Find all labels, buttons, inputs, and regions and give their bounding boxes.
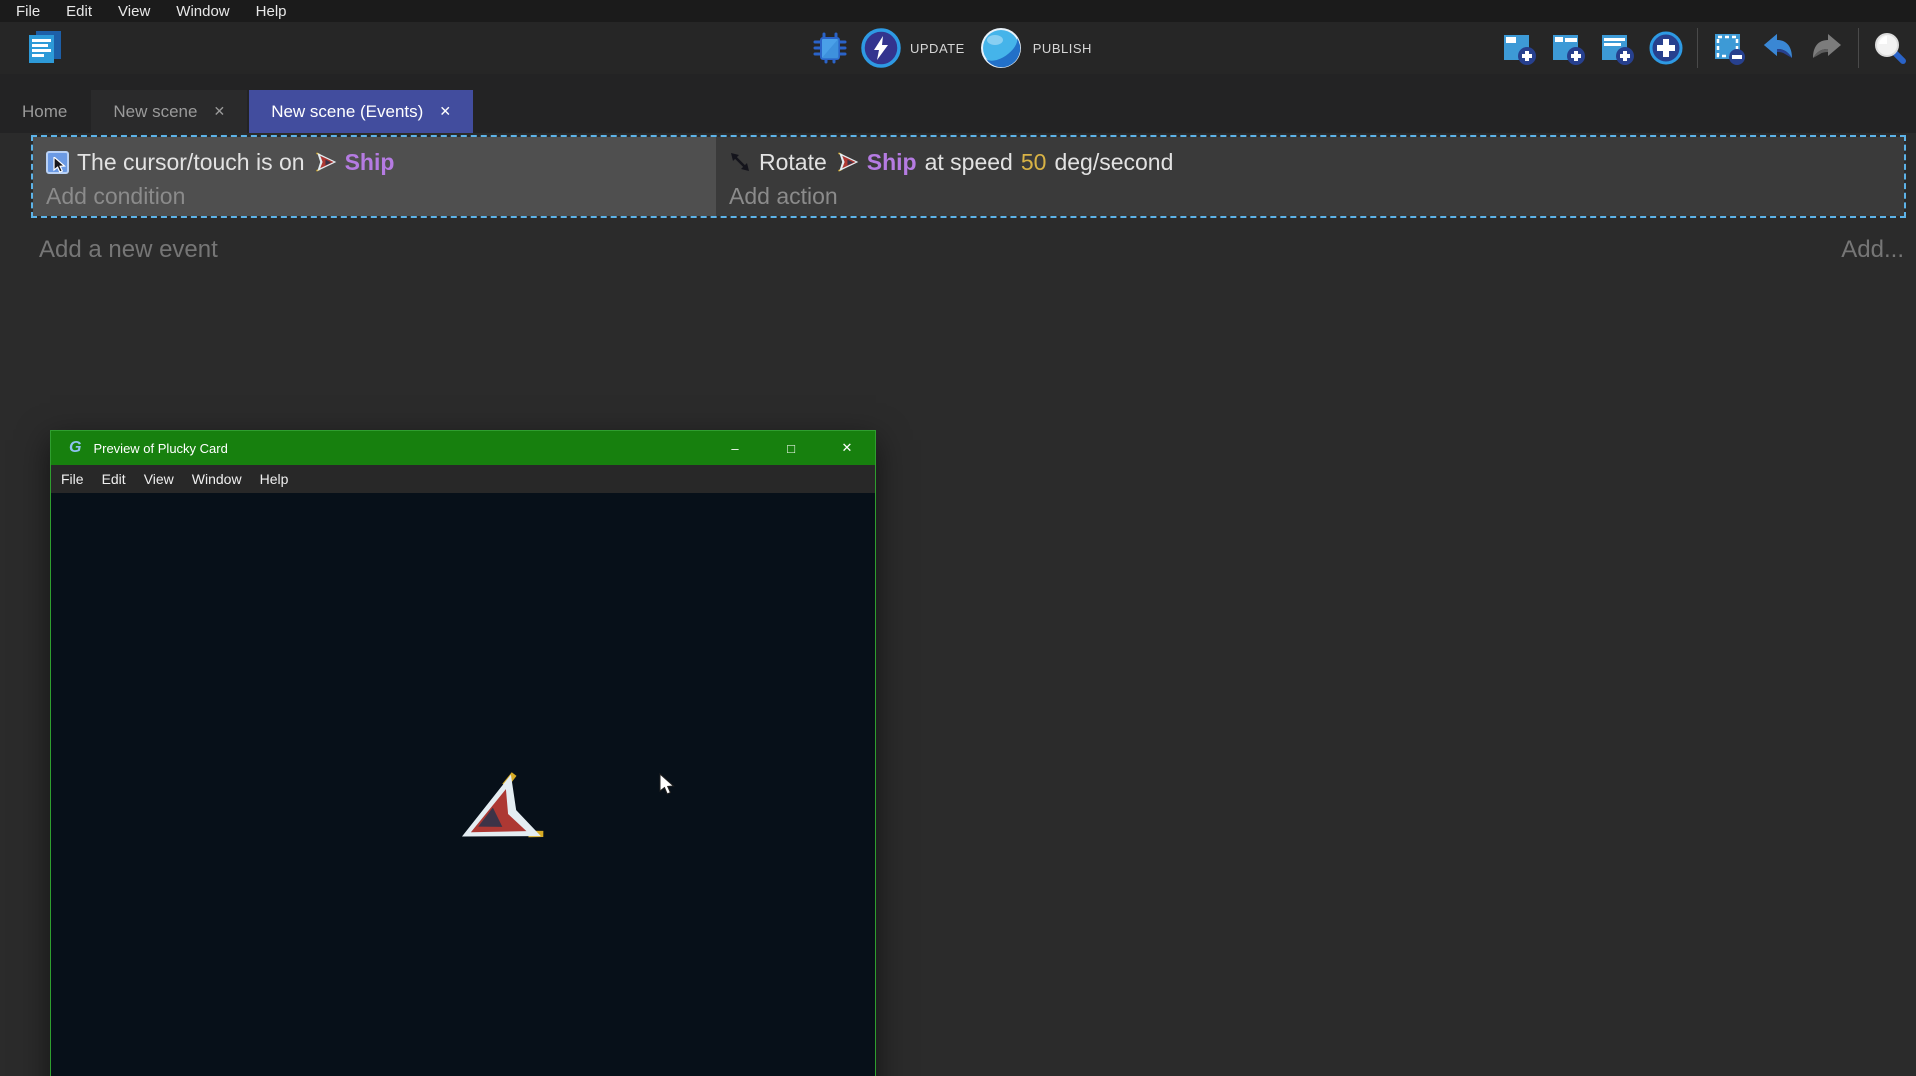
publish-button[interactable]: PUBLISH xyxy=(978,25,1092,71)
game-canvas[interactable] xyxy=(51,493,875,1076)
remove-selection-icon[interactable] xyxy=(1711,30,1747,66)
action-value: 50 xyxy=(1021,149,1047,176)
menu-view[interactable]: View xyxy=(118,3,150,20)
add-circle-icon[interactable] xyxy=(1648,30,1684,66)
menu-file[interactable]: File xyxy=(16,3,40,20)
ship-sprite xyxy=(440,758,560,878)
search-icon[interactable] xyxy=(1872,30,1908,66)
editor-tabbar: Home New scene ✕ New scene (Events) ✕ xyxy=(0,74,1916,133)
add-subevent-icon[interactable] xyxy=(1550,30,1586,66)
tab-new-scene-label: New scene xyxy=(113,102,197,122)
toolbar-separator xyxy=(1858,28,1859,68)
toolbar-separator xyxy=(1697,28,1698,68)
tab-new-scene-events[interactable]: New scene (Events) ✕ xyxy=(249,90,473,133)
preview-menu-window[interactable]: Window xyxy=(192,471,242,487)
undo-icon[interactable] xyxy=(1760,30,1796,66)
debug-icon[interactable] xyxy=(812,30,848,66)
preview-window[interactable]: G Preview of Plucky Card – □ ✕ File Edit… xyxy=(50,430,876,1076)
ship-object-icon xyxy=(313,150,337,174)
cursor-on-object-icon xyxy=(46,151,69,174)
preview-window-title: Preview of Plucky Card xyxy=(93,441,227,456)
preview-menu-file[interactable]: File xyxy=(61,471,84,487)
ship-object-icon xyxy=(835,150,859,174)
publish-label: PUBLISH xyxy=(1033,41,1092,56)
action-cell[interactable]: Rotate Ship at speed 50 deg/second Add a… xyxy=(716,137,1904,216)
preview-window-controls: – □ ✕ xyxy=(707,431,875,465)
redo-icon[interactable] xyxy=(1809,30,1845,66)
tab-close-icon[interactable]: ✕ xyxy=(213,103,225,120)
preview-titlebar[interactable]: G Preview of Plucky Card – □ ✕ xyxy=(51,431,875,465)
toolbar-center-group: UPDATE PUBLISH xyxy=(812,22,1092,74)
menu-help[interactable]: Help xyxy=(256,3,287,20)
main-toolbar: UPDATE PUBLISH xyxy=(0,22,1916,74)
tab-new-scene-events-label: New scene (Events) xyxy=(271,102,423,122)
update-button[interactable]: UPDATE xyxy=(861,28,965,68)
add-more-button[interactable]: Add... xyxy=(1841,236,1904,264)
minimize-button[interactable]: – xyxy=(707,431,763,465)
menu-window[interactable]: Window xyxy=(176,3,229,20)
event-row[interactable]: The cursor/touch is on Ship Add conditio… xyxy=(33,137,1904,216)
preview-menubar: File Edit View Window Help xyxy=(51,465,875,493)
mouse-cursor-icon xyxy=(658,773,678,797)
condition-text: The cursor/touch is on xyxy=(77,149,305,176)
tab-home-label: Home xyxy=(22,102,67,122)
project-manager-icon[interactable] xyxy=(26,30,64,66)
action-object: Ship xyxy=(867,149,917,176)
preview-menu-help[interactable]: Help xyxy=(260,471,289,487)
tab-new-scene[interactable]: New scene ✕ xyxy=(91,90,247,133)
action-text-before: Rotate xyxy=(759,149,827,176)
condition-object: Ship xyxy=(345,149,395,176)
menu-edit[interactable]: Edit xyxy=(66,3,92,20)
tab-home[interactable]: Home xyxy=(0,90,89,133)
toolbar-right-group xyxy=(1501,22,1908,74)
condition-cell[interactable]: The cursor/touch is on Ship Add conditio… xyxy=(33,137,716,216)
preview-menu-view[interactable]: View xyxy=(144,471,174,487)
tab-close-icon[interactable]: ✕ xyxy=(439,103,451,120)
add-action-button[interactable]: Add action xyxy=(729,183,838,210)
action-text-after: deg/second xyxy=(1054,149,1173,176)
events-footer: Add a new event Add... xyxy=(39,233,1904,267)
publish-globe-icon xyxy=(978,25,1024,71)
gdevelop-logo-icon: G xyxy=(69,439,81,457)
maximize-button[interactable]: □ xyxy=(763,431,819,465)
update-lightning-icon xyxy=(861,28,901,68)
app-menubar: File Edit View Window Help xyxy=(0,0,1916,22)
rotate-icon xyxy=(729,151,751,173)
action-text-middle: at speed xyxy=(925,149,1013,176)
add-comment-icon[interactable] xyxy=(1599,30,1635,66)
add-event-icon[interactable] xyxy=(1501,30,1537,66)
add-new-event-button[interactable]: Add a new event xyxy=(39,236,218,264)
close-button[interactable]: ✕ xyxy=(819,431,875,465)
preview-menu-edit[interactable]: Edit xyxy=(102,471,126,487)
events-sheet: The cursor/touch is on Ship Add conditio… xyxy=(0,133,1916,1076)
update-label: UPDATE xyxy=(910,41,965,56)
add-condition-button[interactable]: Add condition xyxy=(46,183,185,210)
